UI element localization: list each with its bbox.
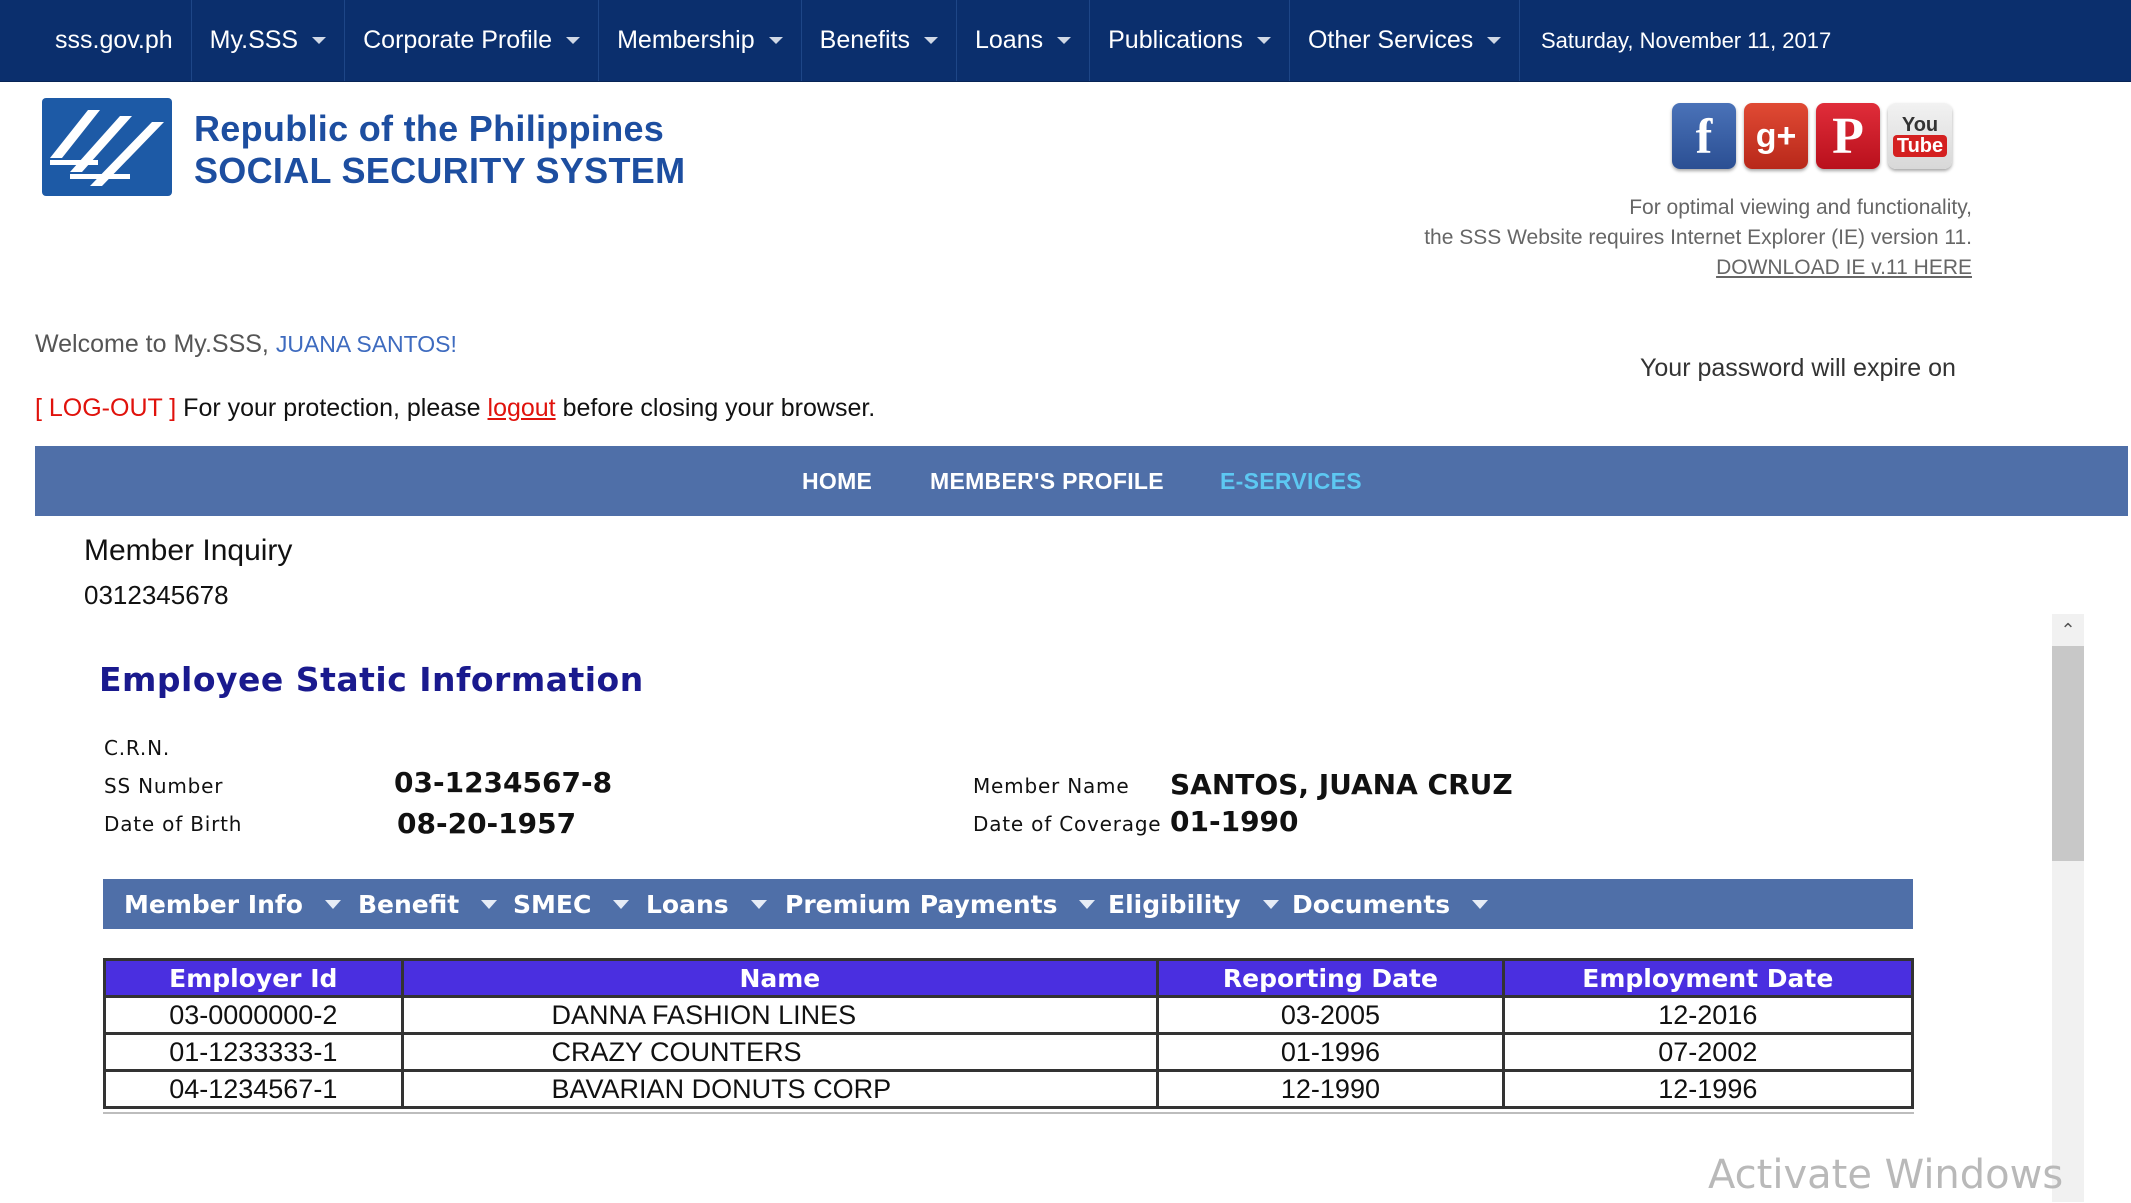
- current-date: Saturday, November 11, 2017: [1541, 27, 1832, 53]
- chevron-down-icon: [1472, 899, 1489, 909]
- chevron-down-icon: [1079, 899, 1096, 909]
- logout-notice: [ LOG-OUT ] For your protection, please …: [35, 394, 876, 422]
- chevron-down-icon: [312, 37, 327, 44]
- sub-menu-loans[interactable]: Loans: [646, 879, 767, 929]
- google-plus-icon[interactable]: g+: [1744, 103, 1808, 169]
- member-name-value: SANTOS, JUANA CRUZ: [1170, 768, 1513, 801]
- chevron-down-icon: [613, 899, 630, 909]
- logout-tag-link[interactable]: [ LOG-OUT ]: [35, 394, 176, 422]
- column-header-reporting-date: Reporting Date: [1156, 958, 1505, 998]
- main-menu-home[interactable]: HOME: [802, 446, 872, 516]
- welcome-user-name: JUANA SANTOS!: [275, 331, 457, 357]
- welcome-prefix: Welcome to My.SSS,: [35, 330, 269, 358]
- chevron-down-icon: [1256, 37, 1271, 44]
- top-nav-item-corporate-profile[interactable]: Corporate Profile: [345, 0, 600, 81]
- employer-name-cell: BAVARIAN DONUTS CORP: [400, 1069, 1160, 1109]
- table-row: 04-1234567-1 BAVARIAN DONUTS CORP 12-199…: [103, 1069, 1915, 1109]
- scroll-up-arrow-icon[interactable]: ⌃: [2052, 614, 2084, 646]
- top-nav-item-publications[interactable]: Publications: [1090, 0, 1290, 81]
- social-links: f g+ P You Tube: [1672, 103, 1952, 169]
- member-inquiry-id: 0312345678: [84, 580, 229, 610]
- pinterest-icon[interactable]: P: [1816, 103, 1880, 169]
- sub-menu-documents[interactable]: Documents: [1292, 879, 1489, 929]
- crn-label: C.R.N.: [104, 736, 170, 760]
- chevron-down-icon: [566, 37, 581, 44]
- password-expiry-notice: Your password will expire on: [1640, 354, 1956, 382]
- sub-menu-premium-payments[interactable]: Premium Payments: [785, 879, 1096, 929]
- chevron-down-icon: [750, 899, 767, 909]
- chevron-down-icon: [1057, 37, 1072, 44]
- chevron-down-icon: [1487, 37, 1502, 44]
- reporting-date-cell: 03-2005: [1156, 995, 1505, 1035]
- top-nav-item-other-services[interactable]: Other Services: [1290, 0, 1521, 81]
- facebook-icon[interactable]: f: [1672, 103, 1736, 169]
- top-nav-items: sss.gov.ph My.SSS Corporate Profile Memb…: [37, 0, 1521, 81]
- chevron-down-icon: [481, 899, 498, 909]
- ss-number-label: SS Number: [104, 774, 224, 798]
- date-of-birth-label: Date of Birth: [104, 812, 243, 836]
- employer-id-cell: 04-1234567-1: [103, 1069, 404, 1109]
- sub-menu-smec[interactable]: SMEC: [513, 879, 630, 929]
- ss-number-value: 03-1234567-8: [394, 766, 613, 799]
- ie-note-line-1: For optimal viewing and functionality,: [1629, 196, 1972, 219]
- employment-date-cell: 12-2016: [1501, 995, 1915, 1035]
- member-inquiry-title: Member Inquiry: [84, 534, 293, 567]
- date-of-coverage-label: Date of Coverage: [973, 812, 1162, 836]
- scrollbar-thumb[interactable]: [2052, 646, 2084, 861]
- chevron-down-icon: [324, 899, 341, 909]
- welcome-message: Welcome to My.SSS, JUANA SANTOS!: [35, 330, 457, 359]
- main-menu-e-services[interactable]: E-SERVICES: [1220, 446, 1362, 516]
- table-row: 01-1233333-1 CRAZY COUNTERS 01-1996 07-2…: [103, 1032, 1915, 1072]
- member-sub-menu: Member Info Benefit SMEC Loans Premium P…: [103, 879, 1913, 929]
- ie-note-line-2: the SSS Website requires Internet Explor…: [1424, 226, 1972, 249]
- sub-menu-benefit[interactable]: Benefit: [358, 879, 498, 929]
- download-ie-link[interactable]: DOWNLOAD IE v.11 HERE: [1716, 256, 1972, 279]
- table-bottom-divider: [103, 1112, 1914, 1114]
- chevron-down-icon: [768, 37, 783, 44]
- logout-link[interactable]: logout: [488, 394, 556, 422]
- employer-name-cell: CRAZY COUNTERS: [400, 1032, 1160, 1072]
- sss-logo: [42, 98, 172, 196]
- employer-id-cell: 01-1233333-1: [103, 1032, 404, 1072]
- column-header-employer-id: Employer Id: [103, 958, 404, 998]
- employment-history-table: Employer Id Name Reporting Date Employme…: [103, 958, 1915, 1109]
- column-header-name: Name: [400, 958, 1160, 998]
- column-header-employment-date: Employment Date: [1501, 958, 1915, 998]
- top-nav-item-membership[interactable]: Membership: [599, 0, 802, 81]
- top-nav-item-sss-gov-ph[interactable]: sss.gov.ph: [37, 0, 192, 81]
- main-menu: HOME MEMBER'S PROFILE E-SERVICES: [35, 446, 2128, 516]
- top-nav-item-my-sss[interactable]: My.SSS: [192, 0, 346, 81]
- employer-id-cell: 03-0000000-2: [103, 995, 404, 1035]
- chevron-down-icon: [924, 37, 938, 44]
- ie-requirement-note: For optimal viewing and functionality, t…: [1424, 193, 1972, 283]
- sub-menu-member-info[interactable]: Member Info: [124, 879, 341, 929]
- employment-date-cell: 07-2002: [1501, 1032, 1915, 1072]
- table-header-row: Employer Id Name Reporting Date Employme…: [103, 958, 1915, 998]
- reporting-date-cell: 12-1990: [1156, 1069, 1505, 1109]
- top-nav: sss.gov.ph My.SSS Corporate Profile Memb…: [0, 0, 2131, 82]
- top-nav-item-loans[interactable]: Loans: [957, 0, 1091, 81]
- employer-name-cell: DANNA FASHION LINES: [400, 995, 1160, 1035]
- chevron-down-icon: [1262, 899, 1279, 909]
- table-row: 03-0000000-2 DANNA FASHION LINES 03-2005…: [103, 995, 1915, 1035]
- top-nav-item-benefits[interactable]: Benefits: [802, 0, 957, 81]
- date-of-coverage-value: 01-1990: [1170, 805, 1299, 838]
- sub-menu-eligibility[interactable]: Eligibility: [1108, 879, 1279, 929]
- reporting-date-cell: 01-1996: [1156, 1032, 1505, 1072]
- youtube-icon[interactable]: You Tube: [1888, 103, 1952, 169]
- brand-line-2: SOCIAL SECURITY SYSTEM: [194, 150, 686, 191]
- member-name-label: Member Name: [973, 774, 1130, 798]
- date-of-birth-value: 08-20-1957: [397, 807, 577, 840]
- employment-date-cell: 12-1996: [1501, 1069, 1915, 1109]
- main-menu-members-profile[interactable]: MEMBER'S PROFILE: [930, 446, 1164, 516]
- employee-static-info-title: Employee Static Information: [99, 660, 644, 699]
- activate-windows-watermark: Activate Windows: [1708, 1152, 2064, 1198]
- brand-line-1: Republic of the Philippines: [194, 108, 665, 149]
